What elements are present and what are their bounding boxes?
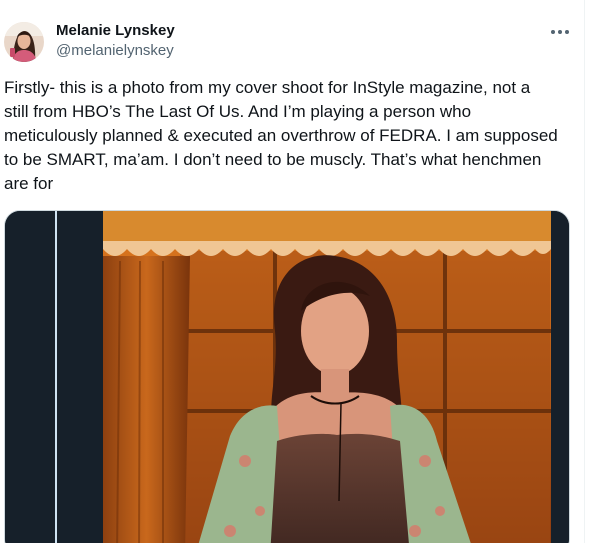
more-horizontal-icon-dot (558, 30, 562, 34)
more-horizontal-icon (551, 30, 555, 34)
tweet: Melanie Lynskey @melanielynskey Firstly-… (0, 0, 589, 543)
author-handle[interactable]: @melanielynskey (56, 41, 175, 61)
column-divider (584, 0, 585, 543)
avatar[interactable] (4, 22, 44, 62)
display-name[interactable]: Melanie Lynskey (56, 22, 175, 40)
more-options-button[interactable] (545, 22, 575, 42)
tweet-text: Firstly- this is a photo from my cover s… (4, 78, 558, 193)
tweet-photo[interactable] (4, 210, 570, 543)
photo-image (5, 211, 569, 543)
author-block[interactable]: Melanie Lynskey @melanielynskey (56, 22, 175, 61)
more-horizontal-icon-dot (565, 30, 569, 34)
profile-photo-icon (4, 22, 44, 62)
